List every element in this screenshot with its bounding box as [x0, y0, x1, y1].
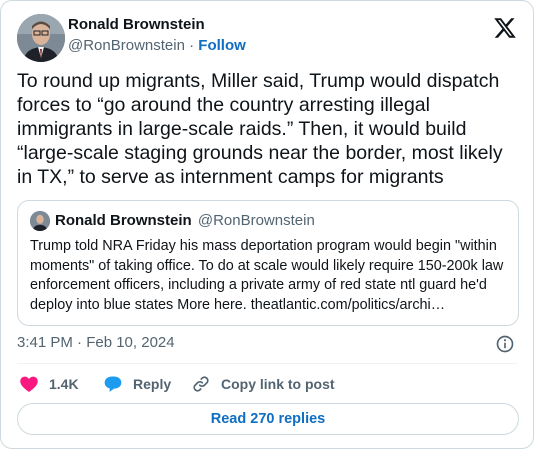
actions-divider — [17, 363, 517, 364]
author-handle-row: @RonBrownstein · Follow — [68, 37, 246, 54]
handle-separator: · — [189, 37, 195, 54]
x-logo-icon[interactable] — [493, 16, 517, 40]
reply-label: Reply — [133, 376, 172, 392]
reply-bubble-icon — [104, 376, 122, 392]
heart-icon — [20, 376, 38, 392]
avatar-portrait-icon — [30, 211, 50, 231]
quoted-author-avatar — [30, 211, 50, 231]
read-replies-button[interactable]: Read 270 replies — [17, 403, 519, 435]
like-count: 1.4K — [49, 376, 79, 392]
copy-link-button[interactable]: Copy link to post — [191, 373, 335, 395]
info-icon[interactable] — [495, 334, 515, 354]
link-icon — [193, 376, 209, 392]
quoted-post[interactable]: Ronald Brownstein @RonBrownstein Trump t… — [17, 200, 519, 326]
quoted-author-name: Ronald Brownstein — [55, 212, 192, 229]
like-button[interactable]: 1.4K — [19, 373, 79, 395]
post-timestamp[interactable]: 3:41 PM · Feb 10, 2024 — [17, 334, 175, 351]
reply-button[interactable]: Reply — [103, 373, 171, 395]
author-avatar[interactable] — [17, 14, 65, 62]
author-name[interactable]: Ronald Brownstein — [68, 16, 205, 33]
embedded-post-card: Ronald Brownstein @RonBrownstein · Follo… — [0, 0, 534, 449]
quoted-author-handle: @RonBrownstein — [197, 212, 315, 229]
post-header: Ronald Brownstein @RonBrownstein · Follo… — [17, 14, 517, 62]
copy-link-label: Copy link to post — [221, 376, 335, 392]
post-text: To round up migrants, Miller said, Trump… — [17, 70, 503, 188]
follow-button[interactable]: Follow — [198, 37, 246, 54]
quoted-author-line: Ronald Brownstein @RonBrownstein — [55, 212, 315, 229]
author-handle[interactable]: @RonBrownstein — [68, 37, 185, 54]
quoted-post-text: Trump told NRA Friday his mass deportati… — [30, 238, 504, 313]
avatar-portrait-icon — [17, 14, 65, 62]
